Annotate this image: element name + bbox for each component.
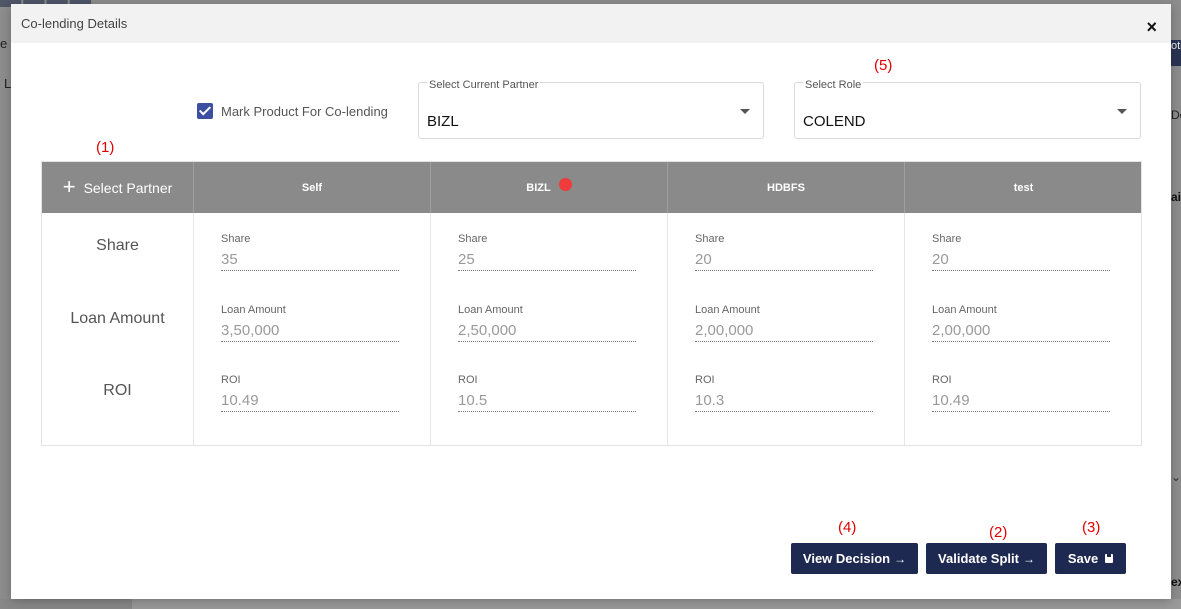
annotation-3: (3) (1082, 519, 1101, 536)
validate-split-button[interactable]: Validate Split → (926, 543, 1047, 574)
loan-amount-field[interactable]: Loan Amount 2,00,000 (695, 304, 873, 342)
row-label-share: Share (96, 237, 139, 254)
column-header-self: Self (193, 162, 430, 213)
column-header-hdbfs: HDBFS (667, 162, 904, 213)
loan-amount-field[interactable]: Loan Amount 2,00,000 (932, 304, 1110, 342)
modal-title: Co-lending Details (21, 16, 128, 31)
annotation-5: (5) (874, 57, 893, 74)
roi-value[interactable]: 10.49 (932, 392, 1110, 412)
partner-split-table: + Select Partner Self BIZL HDBFS test Sh… (41, 161, 1142, 446)
loan-amount-field[interactable]: Loan Amount 3,50,000 (221, 304, 399, 342)
close-button[interactable]: × (1146, 18, 1157, 36)
column-header-label: BIZL (526, 181, 551, 194)
loan-amount-value[interactable]: 2,00,000 (932, 322, 1110, 342)
annotation-4: (4) (838, 519, 857, 536)
field-label: Loan Amount (458, 304, 523, 316)
loan-amount-value[interactable]: 3,50,000 (221, 322, 399, 342)
share-field[interactable]: Share 20 (695, 233, 873, 271)
co-lending-checkbox-label: Mark Product For Co-lending (221, 103, 388, 119)
bg-button-fragment: oti (1171, 40, 1181, 66)
validate-split-label: Validate Split (938, 551, 1019, 566)
view-decision-label: View Decision (802, 551, 891, 566)
caret-down-icon (1117, 109, 1127, 114)
field-label: Share (458, 233, 488, 245)
field-label: ROI (932, 374, 952, 386)
annotation-1: (1) (96, 139, 115, 156)
bg-footer (0, 599, 132, 609)
save-label: Save (1067, 551, 1099, 566)
co-lending-checkbox[interactable] (197, 103, 213, 119)
co-lending-checkbox-row[interactable]: Mark Product For Co-lending (197, 103, 388, 119)
bg-footer (132, 599, 1181, 609)
field-label: Loan Amount (221, 304, 286, 316)
co-lending-modal: Co-lending Details × (5) (1) Mark Produc… (11, 4, 1171, 599)
save-icon (1105, 554, 1114, 563)
field-label: Loan Amount (695, 304, 760, 316)
roi-field[interactable]: ROI 10.49 (221, 374, 399, 412)
field-label: ROI (458, 374, 478, 386)
share-value[interactable]: 20 (932, 251, 1110, 271)
role-value: COLEND (803, 113, 866, 130)
field-label: Loan Amount (932, 304, 997, 316)
bg-text-fragment: ai (1171, 190, 1181, 204)
share-field[interactable]: Share 20 (932, 233, 1110, 271)
loan-amount-value[interactable]: 2,00,000 (695, 322, 873, 342)
field-label: Share (221, 233, 251, 245)
current-partner-label: Select Current Partner (427, 79, 541, 91)
current-partner-select[interactable]: Select Current Partner BIZL (418, 79, 764, 139)
field-label: Share (695, 233, 725, 245)
caret-down-icon (740, 109, 750, 114)
column-divider (193, 213, 194, 445)
arrow-right-icon: → (894, 551, 907, 566)
view-decision-button[interactable]: View Decision → (791, 543, 918, 574)
bg-text-fragment: e (0, 36, 8, 51)
column-divider (430, 213, 431, 445)
role-select[interactable]: Select Role COLEND (794, 79, 1141, 139)
share-value[interactable]: 20 (695, 251, 873, 271)
bg-text-fragment: ex (1171, 575, 1181, 589)
plus-icon: + (62, 173, 76, 199)
column-header-label: Self (301, 181, 323, 194)
row-label-roi: ROI (103, 382, 132, 399)
save-button[interactable]: Save (1055, 543, 1126, 574)
select-partner-label: Select Partner (83, 179, 173, 196)
share-value[interactable]: 25 (458, 251, 636, 271)
column-header-bizl: BIZL (430, 162, 667, 213)
column-header-test: test (904, 162, 1142, 213)
roi-field[interactable]: ROI 10.5 (458, 374, 636, 412)
chevron-down-icon: ⌄ (1171, 470, 1181, 484)
select-partner-button[interactable]: + Select Partner (42, 162, 193, 213)
roi-field[interactable]: ROI 10.49 (932, 374, 1110, 412)
table-header: + Select Partner Self BIZL HDBFS test (42, 162, 1141, 213)
column-header-label: test (1013, 181, 1034, 194)
share-field[interactable]: Share 25 (458, 233, 636, 271)
annotation-2: (2) (989, 524, 1008, 541)
roi-value[interactable]: 10.49 (221, 392, 399, 412)
field-label: ROI (221, 374, 241, 386)
bg-text-fragment: De (1171, 108, 1181, 138)
current-partner-value: BIZL (427, 113, 459, 130)
share-value[interactable]: 35 (221, 251, 399, 271)
arrow-right-icon: → (1022, 551, 1035, 566)
row-label-loan-amount: Loan Amount (70, 310, 165, 327)
loan-amount-field[interactable]: Loan Amount 2,50,000 (458, 304, 636, 342)
alert-dot-icon (558, 178, 572, 191)
modal-header: Co-lending Details × (11, 4, 1171, 43)
field-label: Share (932, 233, 962, 245)
share-field[interactable]: Share 35 (221, 233, 399, 271)
loan-amount-value[interactable]: 2,50,000 (458, 322, 636, 342)
column-divider (667, 213, 668, 445)
roi-value[interactable]: 10.3 (695, 392, 873, 412)
role-label: Select Role (803, 79, 864, 91)
field-label: ROI (695, 374, 715, 386)
column-divider (904, 213, 905, 445)
roi-value[interactable]: 10.5 (458, 392, 636, 412)
roi-field[interactable]: ROI 10.3 (695, 374, 873, 412)
column-header-label: HDBFS (767, 181, 805, 194)
